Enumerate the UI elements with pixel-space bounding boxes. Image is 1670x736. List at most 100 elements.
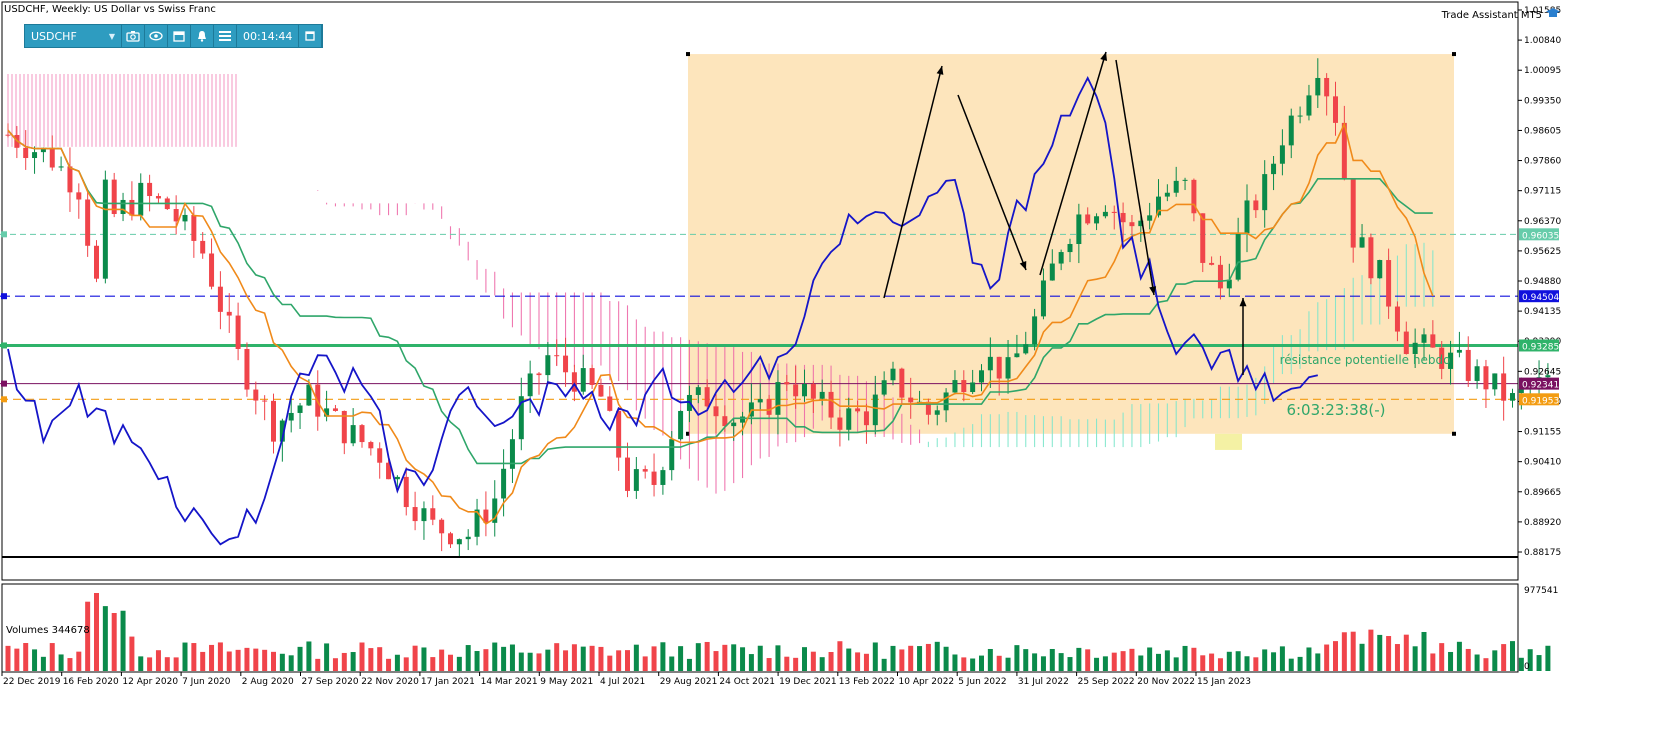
volume-bar — [1200, 655, 1206, 671]
volume-bar — [952, 654, 958, 671]
candle-body — [625, 457, 630, 491]
volume-bar — [1501, 644, 1507, 671]
candle-body — [350, 425, 356, 444]
candle-body — [527, 373, 533, 397]
window-button[interactable] — [299, 25, 323, 47]
candle-body — [1430, 334, 1436, 348]
volume-bar — [1014, 645, 1020, 671]
volume-bar — [1324, 644, 1330, 671]
candle-body — [1147, 215, 1153, 221]
symbol-selector[interactable]: USDCHF ▼ — [25, 25, 122, 47]
candle-body — [94, 245, 99, 279]
volume-bar — [111, 613, 117, 671]
volume-bar — [598, 646, 604, 671]
volume-bar — [483, 649, 489, 671]
volume-bar — [1102, 656, 1108, 671]
chart-canvas[interactable]: 1.015851.008401.000950.993500.986050.978… — [0, 0, 1670, 736]
volume-bar — [1474, 654, 1480, 671]
calendar-button[interactable] — [168, 25, 191, 47]
menu-button[interactable] — [214, 25, 237, 47]
price-tick-label: 0.97115 — [1524, 187, 1561, 197]
volume-bar — [1138, 655, 1144, 671]
candle-body — [837, 417, 843, 430]
volume-bar — [961, 657, 967, 671]
candle-body — [182, 214, 188, 222]
price-tick-label: 0.95625 — [1524, 247, 1561, 257]
candle-body — [855, 408, 861, 412]
countdown-label: 6:03:23:38(-) — [1286, 401, 1385, 419]
candle-body — [1368, 237, 1374, 279]
candle-body — [1377, 260, 1383, 279]
volume-label: Volumes 344678 — [6, 625, 90, 636]
volume-bar — [828, 652, 834, 671]
range-rectangle[interactable] — [686, 52, 1456, 436]
date-tick-label: 29 Aug 2021 — [660, 677, 718, 687]
price-tick-label: 0.89665 — [1524, 488, 1561, 498]
price-tick-label: 0.90410 — [1524, 458, 1561, 468]
volume-bar — [200, 651, 206, 671]
price-tick-label: 0.99350 — [1524, 96, 1561, 106]
volume-bar — [1191, 647, 1197, 671]
volume-bar — [545, 649, 551, 671]
candle-body — [403, 476, 409, 508]
volume-bar — [350, 652, 356, 671]
trade-assistant[interactable]: Trade Assistant MT5 — [1442, 8, 1560, 22]
candle-body — [1217, 264, 1223, 289]
candle-body — [1058, 252, 1064, 264]
price-tick-label: 0.96370 — [1524, 217, 1561, 227]
candle-body — [191, 214, 197, 241]
candle-body — [1483, 366, 1489, 390]
volume-bar — [1129, 648, 1135, 671]
candle-body — [899, 368, 905, 398]
chart-title: USDCHF, Weekly: US Dollar vs Swiss Franc — [4, 4, 216, 15]
candle-body — [1306, 95, 1312, 116]
volume-bar — [368, 648, 374, 671]
volume-bar — [102, 606, 108, 671]
candle-body — [881, 380, 887, 395]
volume-bar — [474, 651, 480, 671]
candle-body — [40, 148, 46, 153]
candle-body — [147, 182, 153, 197]
date-tick-label: 31 Jul 2022 — [1018, 677, 1069, 687]
candle-body — [908, 397, 914, 403]
volume-bar — [1456, 641, 1462, 671]
volume-bar — [332, 658, 338, 671]
candle-body — [76, 192, 82, 200]
volume-bar — [1253, 657, 1259, 671]
view-button[interactable] — [145, 25, 168, 47]
volume-bar — [1359, 643, 1365, 671]
candle-body — [465, 536, 471, 540]
quick-toolbar: USDCHF ▼ 00:14:44 — [24, 24, 324, 48]
screenshot-button[interactable] — [122, 25, 145, 47]
candle-body — [120, 199, 126, 215]
volume-bar — [271, 651, 276, 671]
volume-axis-top: 977541 — [1524, 586, 1558, 596]
price-tick-label: 0.97860 — [1524, 157, 1561, 167]
candle-body — [819, 391, 825, 399]
volume-bar — [784, 656, 790, 671]
volume-bar — [412, 645, 418, 671]
volume-bar — [306, 641, 312, 671]
volume-bar — [1040, 656, 1046, 671]
date-tick-label: 5 Jun 2022 — [958, 677, 1006, 687]
volume-bar — [1262, 649, 1268, 671]
volume-bar — [1492, 650, 1498, 671]
candle-body — [430, 508, 436, 520]
candle-body — [155, 196, 161, 199]
candle-body — [970, 382, 976, 393]
volume-bar — [642, 656, 648, 671]
alert-button[interactable] — [191, 25, 214, 47]
candle-body — [961, 380, 967, 393]
eye-icon — [149, 31, 163, 41]
date-tick-label: 9 May 2021 — [540, 677, 593, 687]
date-tick-label: 15 Jan 2023 — [1197, 677, 1251, 687]
volume-bar — [1465, 648, 1471, 671]
volume-bar — [775, 645, 781, 671]
candle-body — [757, 399, 763, 403]
candle-body — [226, 311, 232, 316]
volume-bar — [678, 646, 684, 671]
volume-bar — [899, 649, 905, 671]
volume-bar — [722, 644, 728, 671]
volume-bar — [1394, 644, 1400, 671]
candle-body — [1014, 353, 1020, 358]
